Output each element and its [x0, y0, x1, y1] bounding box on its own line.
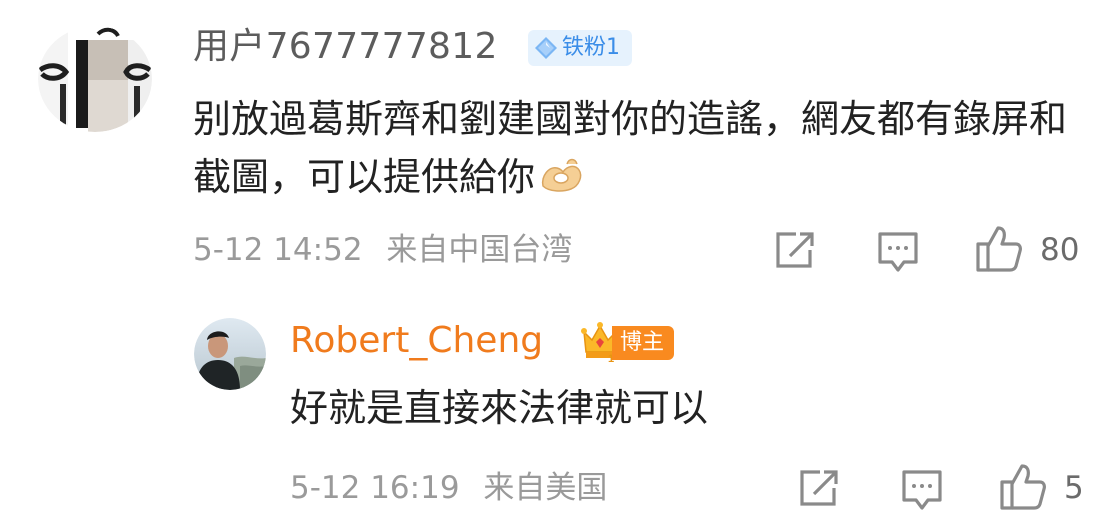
- user-avatar[interactable]: [38, 26, 152, 132]
- blogger-badge-label: 博主: [620, 330, 665, 355]
- forward-button[interactable]: [774, 230, 818, 274]
- reply-location: 来自美国: [483, 470, 608, 506]
- reply-button[interactable]: [876, 230, 920, 278]
- reply-avatar[interactable]: [194, 318, 266, 390]
- reply-like-count: 5: [1064, 470, 1084, 506]
- blogger-badge[interactable]: 博主: [612, 326, 674, 360]
- comment-bubble-icon: [878, 232, 918, 272]
- comment-username[interactable]: 用户7677777812: [193, 24, 498, 70]
- reply-forward-button[interactable]: [798, 468, 842, 512]
- comment-location: 来自中国台湾: [386, 232, 573, 268]
- diamond-icon: [535, 37, 557, 59]
- ok-hand-emoji-icon: [539, 152, 583, 210]
- reply-timestamp: 5-12 16:19: [290, 470, 460, 506]
- fan-badge-label: 铁粉1: [562, 35, 620, 60]
- fan-badge[interactable]: 铁粉1: [528, 30, 632, 66]
- share-icon: [800, 470, 838, 506]
- share-icon: [776, 232, 814, 268]
- comment-text-body: 别放過葛斯齊和劉建國對你的造謠，網友都有錄屏和截圖，可以提供給你: [193, 97, 1068, 199]
- like-button[interactable]: [974, 224, 1024, 278]
- reply-text: 好就是直接來法律就可以: [290, 386, 709, 430]
- like-count: 80: [1040, 232, 1080, 268]
- comment-meta: 5-12 14:52 来自中国台湾: [193, 228, 572, 272]
- reply-reply-button[interactable]: [900, 468, 944, 516]
- comment-bubble-icon: [902, 470, 942, 510]
- comment-text: 别放過葛斯齊和劉建國對你的造謠，網友都有錄屏和截圖，可以提供給你: [193, 90, 1083, 210]
- thumbs-up-icon: [976, 226, 1022, 272]
- profile-photo-avatar-icon: [194, 318, 266, 390]
- reply-meta: 5-12 16:19 来自美国: [290, 466, 607, 510]
- thumbs-up-icon: [1000, 464, 1046, 510]
- reply-username[interactable]: Robert_Cheng: [290, 318, 543, 364]
- blurred-avatar-icon: [38, 26, 152, 132]
- reply-like-button[interactable]: [998, 462, 1048, 516]
- comment-timestamp: 5-12 14:52: [193, 232, 363, 268]
